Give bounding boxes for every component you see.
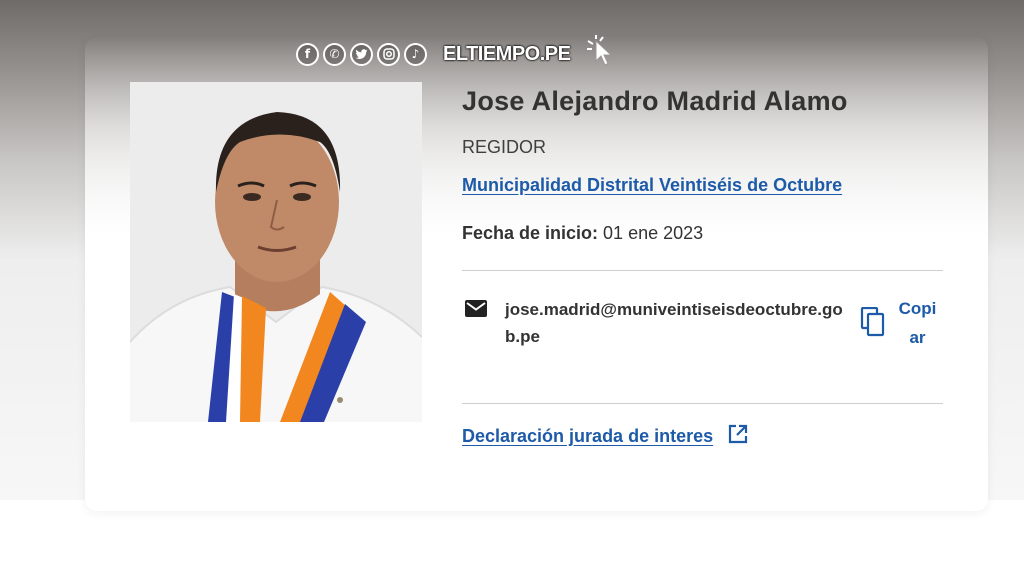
start-date-value: 01 ene 2023 <box>603 223 704 243</box>
copy-icon[interactable] <box>860 306 886 342</box>
email-address: jose.madrid@muniveintiseisdeoctubre.gob.… <box>505 300 843 346</box>
start-date: Fecha de inicio: 01 ene 2023 <box>462 223 703 244</box>
external-link-icon <box>727 423 749 450</box>
background-bottom <box>0 500 1024 576</box>
start-date-label: Fecha de inicio: <box>462 223 599 243</box>
cursor-click-icon <box>584 34 620 74</box>
tiktok-icon: ♪ <box>404 42 427 66</box>
twitter-icon <box>350 42 373 66</box>
copy-button[interactable]: Copiar <box>895 294 940 352</box>
profile-role: REGIDOR <box>462 137 547 157</box>
brand-logo-text: ELTIEMPO.PE <box>443 42 571 65</box>
organization-link[interactable]: Municipalidad Distrital Veintiséis de Oc… <box>462 175 842 196</box>
divider <box>462 270 943 271</box>
declaration-link[interactable]: Declaración jurada de interes <box>462 423 749 450</box>
whatsapp-icon: ✆ <box>323 42 346 66</box>
divider <box>462 403 943 404</box>
watermark: f ✆ ♪ ELTIEMPO.PE <box>296 34 620 68</box>
declaration-link-label: Declaración jurada de interes <box>462 426 714 446</box>
profile-name: Jose Alejandro Madrid Alamo <box>462 86 848 116</box>
profile-photo <box>130 82 422 422</box>
facebook-icon: f <box>296 42 319 66</box>
mail-icon <box>465 300 487 322</box>
instagram-icon <box>377 42 400 66</box>
